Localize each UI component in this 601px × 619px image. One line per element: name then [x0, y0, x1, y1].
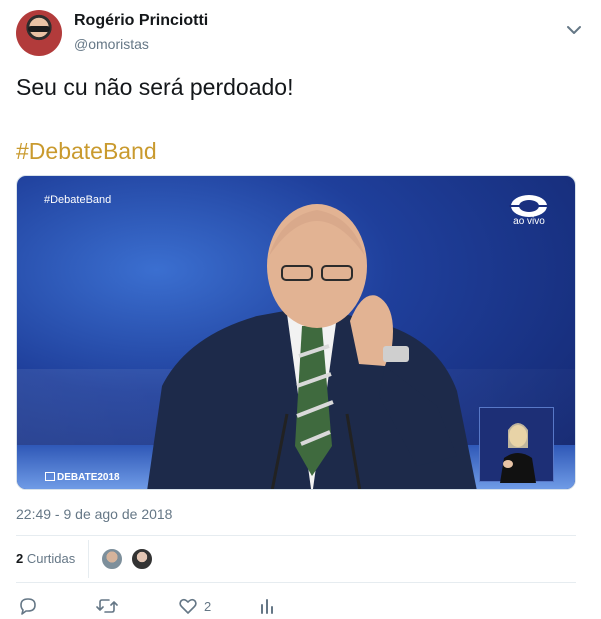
debate-year: 2018: [97, 472, 120, 483]
tweet-header: Rogério Princiotti @omoristas: [16, 10, 584, 56]
likes-summary[interactable]: 2 Curtidas: [16, 551, 75, 566]
chevron-down-icon[interactable]: [564, 20, 584, 40]
tweet-media[interactable]: #DebateBand ao vivo DEBATE2018: [16, 175, 576, 490]
media-hashtag-overlay: #DebateBand: [44, 194, 112, 206]
debate-watermark: DEBATE2018: [45, 472, 120, 483]
liker-avatar[interactable]: [130, 547, 154, 571]
live-label: ao vivo: [513, 216, 545, 227]
analytics-icon[interactable]: [259, 596, 275, 616]
tweet-timestamp[interactable]: 22:49 - 9 de ago de 2018: [16, 506, 172, 522]
heart-icon[interactable]: [178, 596, 198, 616]
likes-count: 2: [16, 551, 24, 566]
author-handle[interactable]: @omoristas: [74, 36, 149, 52]
tweet-actions: 2: [16, 596, 316, 616]
liker-avatar[interactable]: [100, 547, 124, 571]
speaker-figure: [147, 204, 477, 489]
divider: [16, 582, 576, 583]
likes-row: 2 Curtidas: [16, 536, 576, 582]
vertical-divider: [88, 540, 89, 578]
author-avatar[interactable]: [16, 10, 62, 56]
band-logo-icon: [509, 194, 549, 234]
debate-label: DEBATE: [57, 472, 98, 483]
sign-language-inset: [479, 407, 554, 483]
hashtag-link[interactable]: #DebateBand: [16, 136, 157, 166]
likes-label: Curtidas: [26, 551, 76, 566]
author-name[interactable]: Rogério Princiotti: [74, 12, 208, 30]
like-count: 2: [204, 599, 212, 614]
retweet-icon[interactable]: [96, 596, 118, 616]
tweet-text: Seu cu não será perdoado!: [16, 74, 294, 100]
reply-icon[interactable]: [18, 596, 38, 616]
